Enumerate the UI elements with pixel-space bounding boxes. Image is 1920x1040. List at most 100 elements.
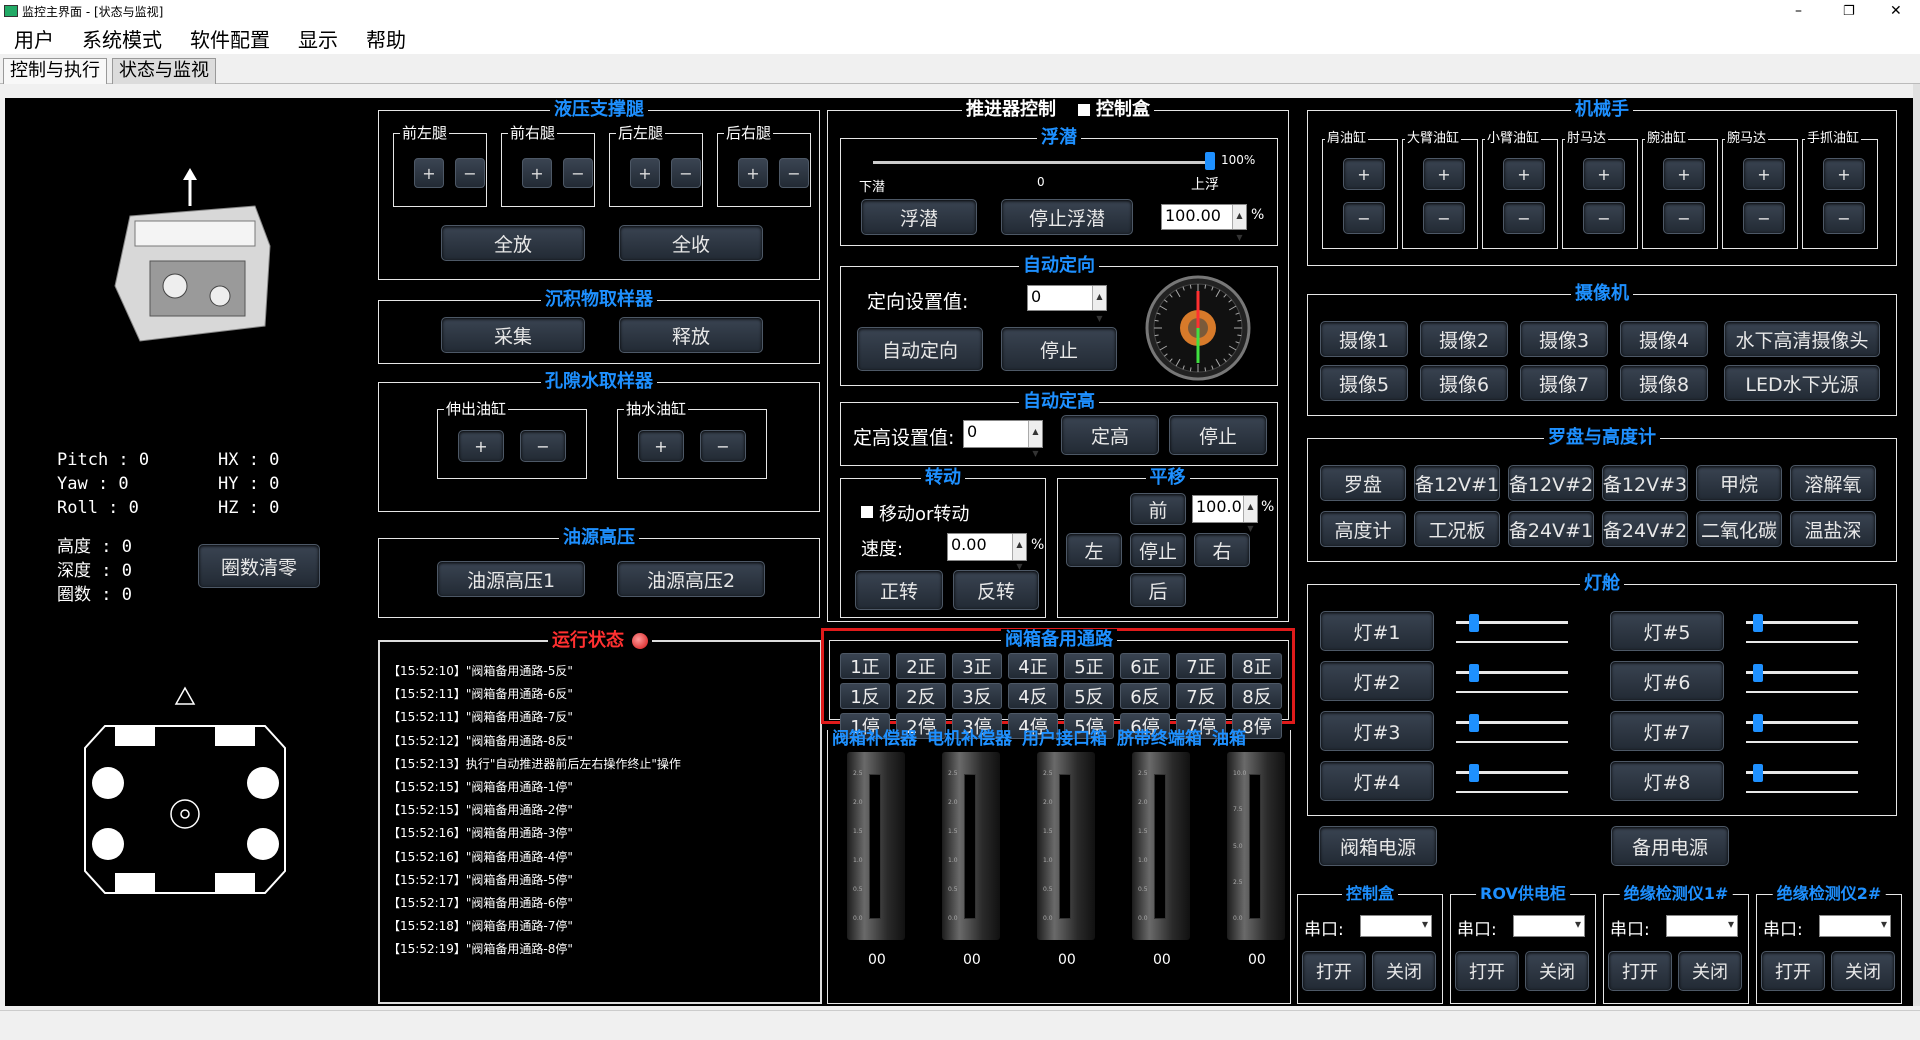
serial-close-button[interactable]: 关闭: [1831, 951, 1895, 991]
sensor-button[interactable]: 罗盘: [1320, 465, 1406, 501]
reset-turns-button[interactable]: 圈数清零: [198, 544, 320, 588]
manipulator-plus-button[interactable]: +: [1503, 158, 1545, 190]
valve-channel-button[interactable]: 5正: [1064, 653, 1114, 679]
leg-front-left-plus[interactable]: +: [414, 158, 444, 188]
valve-channel-button[interactable]: 5反: [1064, 683, 1114, 709]
serial-close-button[interactable]: 关闭: [1372, 951, 1436, 991]
valve-channel-button[interactable]: 3反: [952, 683, 1002, 709]
lamp-button[interactable]: 灯#8: [1610, 761, 1724, 801]
stop-heading-button[interactable]: 停止: [1001, 327, 1117, 371]
leg-front-right-minus[interactable]: −: [563, 158, 593, 188]
rotate-ccw-button[interactable]: 反转: [953, 570, 1039, 610]
right-button[interactable]: 右: [1194, 533, 1250, 567]
valve-channel-button[interactable]: 3正: [952, 653, 1002, 679]
manipulator-plus-button[interactable]: +: [1823, 158, 1865, 190]
camera-button[interactable]: 摄像5: [1320, 365, 1408, 401]
lamp-slider-track[interactable]: [1746, 771, 1858, 774]
manipulator-minus-button[interactable]: −: [1503, 202, 1545, 234]
pump-cylinder-minus[interactable]: −: [700, 430, 746, 462]
menu-help[interactable]: 帮助: [366, 24, 406, 53]
valve-channel-button[interactable]: 1反: [840, 683, 890, 709]
camera-button[interactable]: 摄像6: [1420, 365, 1508, 401]
float-value-input[interactable]: 100.00 ▲ ▼: [1161, 204, 1247, 242]
valve-channel-button[interactable]: 8反: [1232, 683, 1282, 709]
extend-cylinder-minus[interactable]: −: [520, 430, 566, 462]
leg-front-right-plus[interactable]: +: [522, 158, 552, 188]
valve-channel-button[interactable]: 1正: [840, 653, 890, 679]
minimize-button[interactable]: –: [1795, 3, 1802, 19]
lamp-slider-knob[interactable]: [1752, 614, 1763, 632]
valve-channel-button[interactable]: 7反: [1176, 683, 1226, 709]
serial-port-select[interactable]: [1666, 915, 1738, 937]
rotate-cw-button[interactable]: 正转: [855, 570, 943, 610]
serial-open-button[interactable]: 打开: [1761, 951, 1825, 991]
sensor-button[interactable]: 备12V#2: [1508, 465, 1594, 501]
manipulator-minus-button[interactable]: −: [1743, 202, 1785, 234]
serial-close-button[interactable]: 关闭: [1678, 951, 1742, 991]
sensor-button[interactable]: 备12V#3: [1602, 465, 1688, 501]
pump-cylinder-plus[interactable]: +: [638, 430, 684, 462]
left-button[interactable]: 左: [1066, 533, 1122, 567]
tab-status-monitor[interactable]: 状态与监视: [112, 58, 216, 84]
valve-channel-button[interactable]: 6正: [1120, 653, 1170, 679]
sensor-button[interactable]: 二氧化碳: [1696, 511, 1782, 547]
speed-input[interactable]: 0.00 ▲ ▼: [947, 533, 1027, 571]
manipulator-minus-button[interactable]: −: [1343, 202, 1385, 234]
move-or-rotate-checkbox[interactable]: [861, 506, 873, 518]
sensor-button[interactable]: 甲烷: [1696, 465, 1782, 501]
valve-channel-button[interactable]: 2正: [896, 653, 946, 679]
extend-cylinder-plus[interactable]: +: [458, 430, 504, 462]
menu-software-config[interactable]: 软件配置: [190, 24, 270, 53]
collect-button[interactable]: 采集: [441, 317, 585, 353]
sensor-button[interactable]: 备12V#1: [1414, 465, 1500, 501]
translate-speed-input[interactable]: 100.0 ▲ ▼: [1192, 495, 1258, 533]
lamp-button[interactable]: 灯#7: [1610, 711, 1724, 751]
tab-control-execute[interactable]: 控制与执行: [3, 58, 107, 84]
altitude-setpoint-input[interactable]: 0 ▲ ▼: [963, 420, 1043, 458]
leg-rear-right-minus[interactable]: −: [779, 158, 809, 188]
serial-port-select[interactable]: [1819, 915, 1891, 937]
lamp-slider-knob[interactable]: [1469, 764, 1480, 782]
maximize-button[interactable]: ❐: [1843, 4, 1855, 19]
stop-translate-button[interactable]: 停止: [1130, 533, 1186, 567]
leg-rear-left-minus[interactable]: −: [671, 158, 701, 188]
lamp-button[interactable]: 灯#3: [1320, 711, 1434, 751]
lamp-button[interactable]: 灯#6: [1610, 661, 1724, 701]
set-altitude-button[interactable]: 定高: [1061, 415, 1159, 455]
menu-system-mode[interactable]: 系统模式: [82, 24, 162, 53]
spare-power-button[interactable]: 备用电源: [1611, 826, 1729, 866]
forward-button[interactable]: 前: [1130, 493, 1186, 525]
lamp-slider-track[interactable]: [1746, 671, 1858, 674]
camera-button[interactable]: LED水下光源: [1724, 365, 1880, 401]
manipulator-plus-button[interactable]: +: [1743, 158, 1785, 190]
lamp-slider-track[interactable]: [1746, 621, 1858, 624]
leg-rear-left-plus[interactable]: +: [630, 158, 660, 188]
float-slider-knob[interactable]: [1205, 152, 1215, 170]
leg-front-left-minus[interactable]: −: [455, 158, 485, 188]
heading-setpoint-input[interactable]: 0 ▲ ▼: [1027, 285, 1107, 323]
serial-open-button[interactable]: 打开: [1302, 951, 1366, 991]
release-all-button[interactable]: 全放: [441, 225, 585, 261]
camera-button[interactable]: 摄像1: [1320, 321, 1408, 357]
sensor-button[interactable]: 备24V#1: [1508, 511, 1594, 547]
auto-heading-button[interactable]: 自动定向: [857, 327, 983, 371]
manipulator-plus-button[interactable]: +: [1423, 158, 1465, 190]
float-slider-track[interactable]: [873, 161, 1213, 164]
oil-pressure-2-button[interactable]: 油源高压2: [617, 561, 765, 597]
stop-float-button[interactable]: 停止浮潜: [1001, 199, 1133, 235]
lamp-slider-knob[interactable]: [1469, 664, 1480, 682]
valve-channel-button[interactable]: 2反: [896, 683, 946, 709]
sensor-button[interactable]: 工况板: [1414, 511, 1500, 547]
lamp-button[interactable]: 灯#1: [1320, 611, 1434, 651]
serial-open-button[interactable]: 打开: [1455, 951, 1519, 991]
lamp-button[interactable]: 灯#2: [1320, 661, 1434, 701]
close-button[interactable]: ✕: [1890, 3, 1902, 19]
manipulator-minus-button[interactable]: −: [1823, 202, 1865, 234]
manipulator-minus-button[interactable]: −: [1423, 202, 1465, 234]
valve-channel-button[interactable]: 6反: [1120, 683, 1170, 709]
manipulator-plus-button[interactable]: +: [1343, 158, 1385, 190]
valve-power-button[interactable]: 阀箱电源: [1319, 826, 1437, 866]
serial-close-button[interactable]: 关闭: [1525, 951, 1589, 991]
manipulator-plus-button[interactable]: +: [1583, 158, 1625, 190]
valve-channel-button[interactable]: 4正: [1008, 653, 1058, 679]
